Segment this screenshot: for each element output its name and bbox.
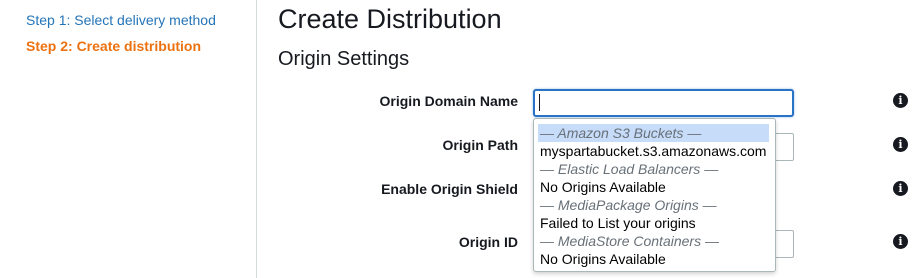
origin-path-label: Origin Path	[442, 137, 518, 153]
origin-domain-name-input[interactable]	[533, 89, 794, 117]
dropdown-option: No Origins Available	[540, 179, 666, 195]
step-create-distribution: Step 2: Create distribution	[26, 38, 202, 54]
page-title: Create Distribution	[278, 4, 502, 34]
enable-origin-shield-label: Enable Origin Shield	[381, 181, 518, 197]
info-icon[interactable]: i	[893, 93, 908, 108]
dropdown-option: Failed to List your origins	[540, 215, 696, 231]
text-caret	[539, 94, 540, 111]
info-icon[interactable]: i	[893, 137, 908, 152]
dropdown-group-header: — MediaStore Containers —	[540, 233, 719, 249]
dropdown-group-header: — Amazon S3 Buckets —	[538, 124, 769, 142]
dropdown-option[interactable]: myspartabucket.s3.amazonaws.com	[534, 142, 775, 160]
dropdown-option: No Origins Available	[540, 251, 666, 267]
step-select-delivery-method[interactable]: Step 1: Select delivery method	[26, 12, 216, 28]
section-title: Origin Settings	[278, 48, 410, 70]
info-icon[interactable]: i	[893, 181, 908, 196]
origin-id-label: Origin ID	[458, 234, 518, 250]
origin-domain-dropdown: — Amazon S3 Buckets — myspartabucket.s3.…	[533, 118, 776, 272]
sidebar: Step 1: Select delivery method Step 2: C…	[0, 0, 257, 278]
dropdown-group-header: — MediaPackage Origins —	[540, 197, 717, 213]
dropdown-group-header: — Elastic Load Balancers —	[540, 161, 719, 177]
info-icon[interactable]: i	[893, 234, 908, 249]
origin-domain-name-label: Origin Domain Name	[379, 93, 518, 109]
